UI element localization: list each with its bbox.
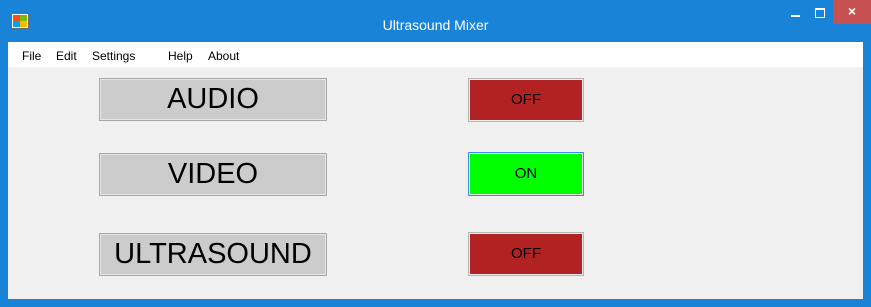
- menu-edit[interactable]: Edit: [56, 49, 77, 63]
- audio-toggle-button[interactable]: OFF: [468, 78, 584, 122]
- video-label: VIDEO: [99, 153, 327, 196]
- video-toggle-button[interactable]: ON: [468, 152, 584, 196]
- menu-about[interactable]: About: [208, 49, 239, 63]
- ultrasound-toggle-button[interactable]: OFF: [468, 232, 584, 276]
- window-title: Ultrasound Mixer: [382, 17, 489, 33]
- main-panel: AUDIO OFF VIDEO ON ULTRASOUND OFF: [8, 67, 863, 299]
- title-bar[interactable]: Ultrasound Mixer ×: [0, 0, 871, 42]
- maximize-button[interactable]: [808, 2, 832, 26]
- close-icon: ×: [847, 3, 857, 19]
- audio-label: AUDIO: [99, 78, 327, 121]
- close-button[interactable]: ×: [833, 0, 871, 24]
- menu-bar: File Edit Settings Help About: [8, 42, 863, 67]
- menu-file[interactable]: File: [22, 49, 41, 63]
- minimize-button[interactable]: [784, 2, 808, 26]
- menu-settings[interactable]: Settings: [92, 49, 135, 63]
- ultrasound-label: ULTRASOUND: [99, 233, 327, 276]
- menu-help[interactable]: Help: [168, 49, 193, 63]
- app-window: Ultrasound Mixer × File Edit Settings He…: [0, 0, 871, 307]
